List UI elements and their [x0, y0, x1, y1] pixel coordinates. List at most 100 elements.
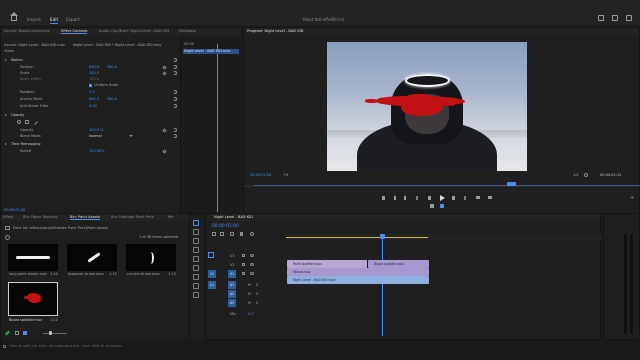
blend-mode-select[interactable]: Normal — [89, 134, 102, 138]
track-target-a2[interactable]: A2 — [228, 290, 236, 298]
mark-out-icon[interactable] — [404, 196, 406, 200]
extract-icon[interactable] — [488, 196, 492, 199]
step-forward-icon[interactable] — [452, 196, 455, 200]
pencil-icon[interactable] — [5, 330, 10, 336]
zoom-slider[interactable] — [43, 333, 67, 334]
camera-icon[interactable] — [430, 204, 434, 208]
solo-button[interactable]: S — [256, 292, 258, 296]
opacity-value[interactable]: 100.0 % — [89, 128, 103, 132]
step-back-icon[interactable] — [428, 196, 431, 200]
eye-icon[interactable] — [250, 263, 254, 266]
reset-icon[interactable] — [173, 90, 177, 94]
tab-bin-ultimate-paint-pack[interactable]: Bin: Ultimate Paint Pack — [111, 215, 154, 219]
video-frame[interactable] — [327, 42, 527, 171]
source-patch[interactable] — [208, 252, 214, 258]
home-icon[interactable] — [10, 12, 18, 21]
asset-thumb-long-stroke[interactable] — [8, 244, 58, 271]
rotation-value[interactable]: 0.0 — [89, 90, 95, 94]
mute-button[interactable]: M — [248, 292, 251, 296]
solo-button[interactable]: S — [256, 283, 258, 287]
add-button-icon[interactable]: + — [630, 195, 634, 201]
export-frame-icon[interactable] — [440, 204, 444, 208]
tab-sequence[interactable]: Night Level - BAD KID — [214, 215, 253, 219]
track-target-a3[interactable]: A3 — [228, 299, 236, 307]
list-view-icon[interactable] — [15, 331, 19, 335]
reset-icon[interactable] — [173, 104, 177, 108]
reset-icon[interactable] — [173, 134, 177, 138]
solo-button[interactable]: S — [256, 301, 258, 305]
anti-flicker-value[interactable]: 0.00 — [89, 104, 97, 108]
asset-thumb-diagonal-stroke[interactable] — [67, 244, 117, 271]
mute-button[interactable]: M — [248, 301, 251, 305]
pen-mask-icon[interactable] — [32, 119, 38, 125]
share-icon[interactable] — [598, 15, 604, 21]
reset-icon[interactable] — [173, 128, 177, 132]
sync-lock-icon[interactable] — [242, 254, 245, 257]
anchor-x[interactable]: 640.0 — [89, 97, 99, 101]
source-patch-v1[interactable]: V1 — [208, 270, 216, 278]
timeline-timecode[interactable]: 00:00:01:00 — [212, 224, 239, 229]
reset-icon[interactable] — [173, 97, 177, 101]
uniform-scale-checkbox[interactable] — [89, 84, 92, 87]
expand-icon[interactable] — [5, 114, 7, 116]
asset-thumb-blood-splatter[interactable] — [8, 282, 58, 316]
rect-mask-icon[interactable] — [25, 120, 29, 124]
work-area-bar[interactable] — [286, 237, 428, 238]
tab-bin-paint-assets[interactable]: Bin: Paint Assets — [70, 215, 100, 220]
tab-effect-controls[interactable]: Effect Controls — [61, 29, 88, 34]
keyframe-icon[interactable] — [162, 65, 167, 70]
reset-icon[interactable] — [173, 58, 177, 62]
expand-icon[interactable] — [5, 143, 7, 145]
reset-icon[interactable] — [173, 71, 177, 75]
tab-import[interactable]: Import — [27, 17, 41, 22]
chevron-down-icon[interactable] — [129, 135, 133, 137]
folder-icon[interactable] — [5, 226, 10, 230]
hand-icon[interactable] — [193, 283, 199, 289]
type-icon[interactable] — [193, 292, 199, 298]
tab-effect[interactable]: Effect — [3, 215, 13, 219]
mute-button[interactable]: M — [248, 283, 251, 287]
tab-bin-paper-textures[interactable]: Bin: Paper Textures — [23, 215, 57, 219]
effect-mini-timeline[interactable]: 00:00 Night Level - BAD KID.mov — [180, 36, 242, 213]
tab-export[interactable]: Export — [66, 17, 80, 22]
lift-icon[interactable] — [476, 196, 480, 199]
sync-lock-icon[interactable] — [242, 263, 245, 266]
snap-icon[interactable] — [220, 232, 224, 236]
clip-blood-splatter[interactable]: Blood splatter.mov — [368, 260, 429, 268]
tab-audio-clip-mixer[interactable]: Audio Clip Mixer: Night Level - BAD KID — [99, 29, 169, 33]
clip-night-level[interactable]: Night Level - BAD KID.mp4 — [287, 276, 429, 284]
nest-icon[interactable] — [212, 232, 216, 236]
marker-icon[interactable] — [382, 196, 385, 200]
track-target-a1[interactable]: A1 — [228, 281, 236, 289]
eye-icon[interactable] — [250, 254, 254, 257]
mini-clip[interactable]: Night Level - BAD KID.mov — [183, 49, 239, 54]
tab-edit[interactable]: Edit — [50, 17, 58, 22]
reset-icon[interactable] — [173, 65, 177, 69]
position-y[interactable]: 360.0 — [107, 65, 117, 69]
speed-value[interactable]: 100.00% — [89, 149, 105, 153]
mark-in-icon[interactable] — [394, 196, 396, 200]
go-to-out-icon[interactable] — [464, 196, 466, 200]
track-select-icon[interactable] — [193, 229, 199, 235]
sync-lock-icon[interactable] — [242, 272, 245, 275]
linked-selection-icon[interactable] — [230, 232, 234, 236]
workspace-icon[interactable] — [612, 15, 618, 21]
fullscreen-icon[interactable] — [626, 15, 632, 21]
pen-icon[interactable] — [193, 265, 199, 271]
ripple-edit-icon[interactable] — [193, 238, 199, 244]
quality-select[interactable]: 1/4 — [573, 173, 579, 177]
program-timecode[interactable]: 00:00:01:00 — [250, 173, 271, 177]
clip-yellow[interactable]: Yellow.mov — [287, 268, 429, 276]
wrench-icon[interactable] — [584, 173, 588, 177]
tab-more[interactable]: Me — [168, 215, 173, 219]
icon-view-icon[interactable] — [23, 331, 27, 335]
eye-icon[interactable] — [250, 272, 254, 275]
expand-icon[interactable] — [5, 59, 7, 61]
rectangle-icon[interactable] — [193, 274, 199, 280]
mini-playhead[interactable] — [217, 44, 218, 212]
scale-value[interactable]: 100.0 — [89, 71, 99, 75]
selection-tool-icon[interactable] — [193, 220, 199, 226]
track-target-v1[interactable]: V1 — [228, 270, 236, 278]
keyframe-icon[interactable] — [162, 128, 167, 133]
search-icon[interactable] — [5, 235, 10, 240]
